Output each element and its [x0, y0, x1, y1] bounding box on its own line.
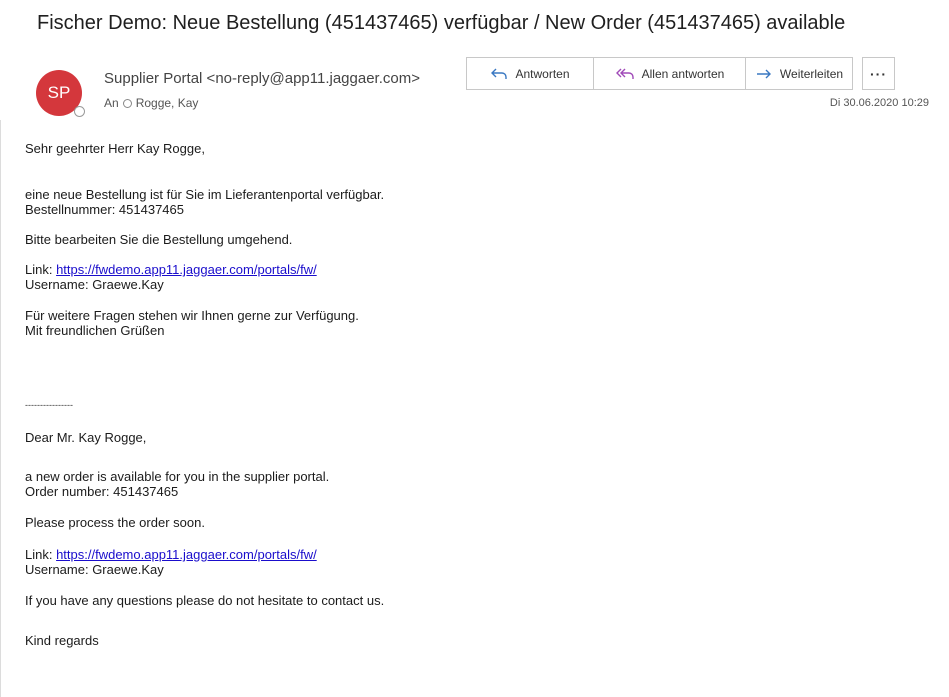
forward-icon	[755, 67, 773, 81]
de-text-2: Bitte bearbeiten Sie die Bestellung umge…	[25, 232, 293, 247]
email-body: Sehr geehrter Herr Kay Rogge, eine neue …	[25, 141, 929, 648]
en-closing: Kind regards	[25, 633, 99, 648]
forward-label: Weiterleiten	[779, 66, 844, 81]
de-text-3: Für weitere Fragen stehen wir Ihnen gern…	[25, 308, 359, 323]
en-username: Username: Graewe.Kay	[25, 562, 164, 577]
recipient-presence-icon	[122, 98, 132, 108]
en-text-1: a new order is available for you in the …	[25, 469, 330, 484]
de-text-1: eine neue Bestellung ist für Sie im Lief…	[25, 187, 385, 202]
de-closing: Mit freundlichen Grüßen	[25, 323, 165, 338]
sent-date: Di 30.06.2020 10:29	[829, 97, 929, 109]
reply-all-icon	[615, 67, 635, 81]
reply-button[interactable]: Antworten	[466, 57, 594, 90]
de-username: Username: Graewe.Kay	[25, 277, 164, 292]
de-greeting: Sehr geehrter Herr Kay Rogge,	[25, 141, 205, 156]
de-link-label: Link:	[25, 262, 57, 277]
reply-all-button[interactable]: Allen antworten	[593, 57, 746, 90]
en-order-number: Order number: 451437465	[25, 484, 179, 499]
message-actions: Antworten Allen antworten Weiterleiten ·…	[466, 57, 895, 90]
recipient-name[interactable]: Rogge, Kay	[136, 96, 199, 110]
to-label: An	[104, 96, 119, 110]
en-link-label: Link:	[25, 547, 57, 562]
en-text-2: Please process the order soon.	[25, 515, 205, 530]
email-subject: Fischer Demo: Neue Bestellung (451437465…	[37, 12, 846, 34]
reply-label: Antworten	[515, 66, 570, 81]
reply-all-label: Allen antworten	[641, 66, 725, 81]
recipient-line: An Rogge, Kay	[104, 96, 198, 110]
reading-pane-divider	[0, 120, 1, 697]
en-portal-link[interactable]: https://fwdemo.app11.jaggaer.com/portals…	[56, 547, 317, 562]
forward-button[interactable]: Weiterleiten	[745, 57, 853, 90]
sender-name[interactable]: Supplier Portal <no-reply@app11.jaggaer.…	[104, 70, 445, 87]
language-separator: ----------------	[25, 400, 73, 410]
de-link-line: Link: https://fwdemo.app11.jaggaer.com/p…	[25, 262, 929, 277]
more-actions-button[interactable]: ···	[862, 57, 895, 90]
en-text-3: If you have any questions please do not …	[25, 593, 385, 608]
en-greeting: Dear Mr. Kay Rogge,	[25, 430, 147, 445]
presence-status-icon	[74, 106, 85, 117]
de-order-number: Bestellnummer: 451437465	[25, 202, 184, 217]
en-link-line: Link: https://fwdemo.app11.jaggaer.com/p…	[25, 547, 929, 562]
de-portal-link[interactable]: https://fwdemo.app11.jaggaer.com/portals…	[56, 262, 317, 277]
reply-icon	[490, 67, 508, 81]
